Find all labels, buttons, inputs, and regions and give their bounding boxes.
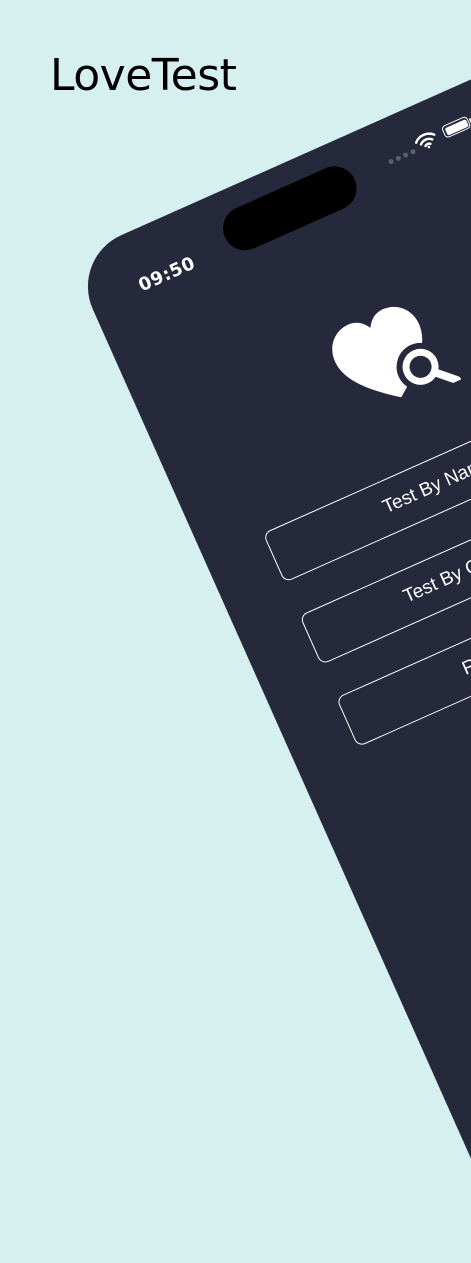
wifi-icon bbox=[414, 132, 436, 149]
battery-icon bbox=[440, 115, 471, 139]
status-time: 09:50 bbox=[135, 252, 199, 297]
signal-dots bbox=[387, 148, 417, 165]
app-title: LoveTest bbox=[50, 50, 237, 101]
dynamic-island bbox=[215, 159, 364, 258]
heart-search-icon bbox=[332, 306, 462, 398]
battery-level bbox=[444, 118, 469, 136]
phone-screen: 09:50 Test By Name Test By Questions Rel… bbox=[70, 46, 471, 1263]
